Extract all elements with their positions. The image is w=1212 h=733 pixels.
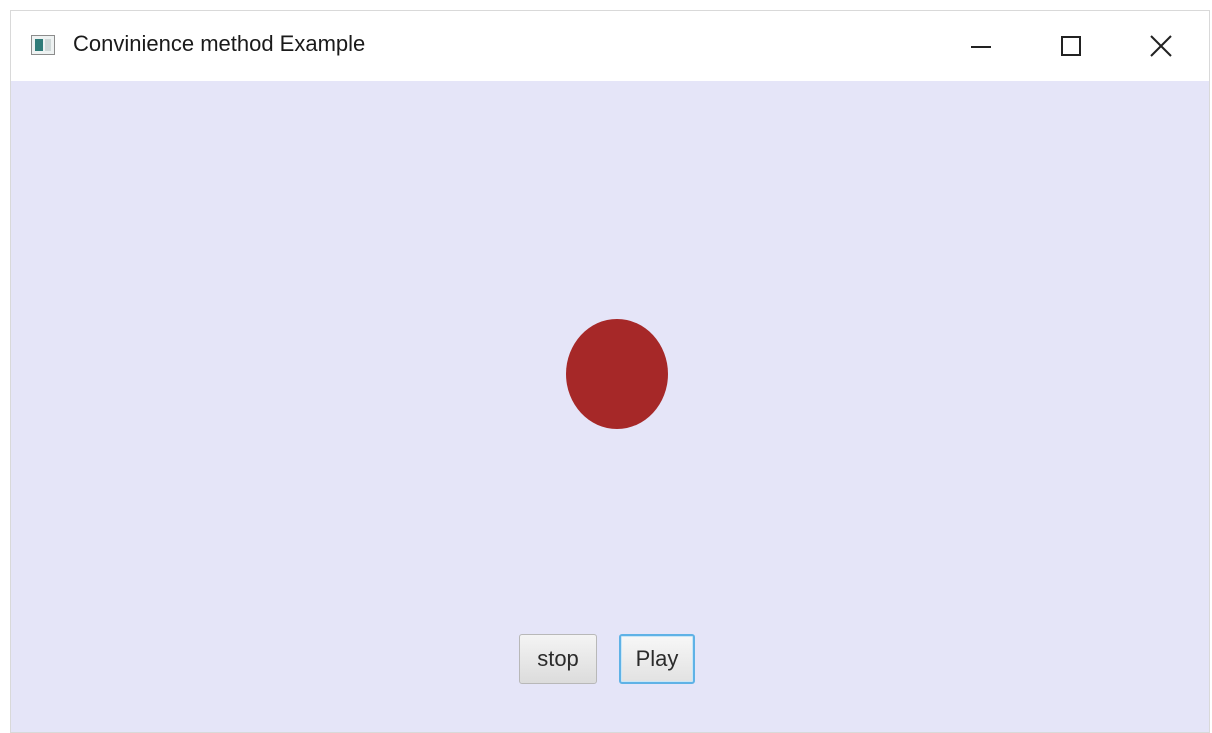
minimize-icon [971, 46, 991, 48]
animated-circle [566, 319, 668, 429]
close-button[interactable] [1116, 11, 1206, 81]
app-icon [31, 35, 55, 55]
stop-button[interactable]: stop [519, 634, 597, 684]
maximize-button[interactable] [1026, 11, 1116, 81]
play-button[interactable]: Play [619, 634, 695, 684]
app-window: Convinience method Example stop Play [10, 10, 1210, 733]
window-title: Convinience method Example [73, 31, 366, 56]
minimize-button[interactable] [936, 11, 1026, 81]
title-bar[interactable]: Convinience method Example [11, 11, 1209, 81]
close-icon [1150, 35, 1172, 57]
content-pane: stop Play [11, 81, 1209, 732]
maximize-icon [1061, 36, 1081, 56]
